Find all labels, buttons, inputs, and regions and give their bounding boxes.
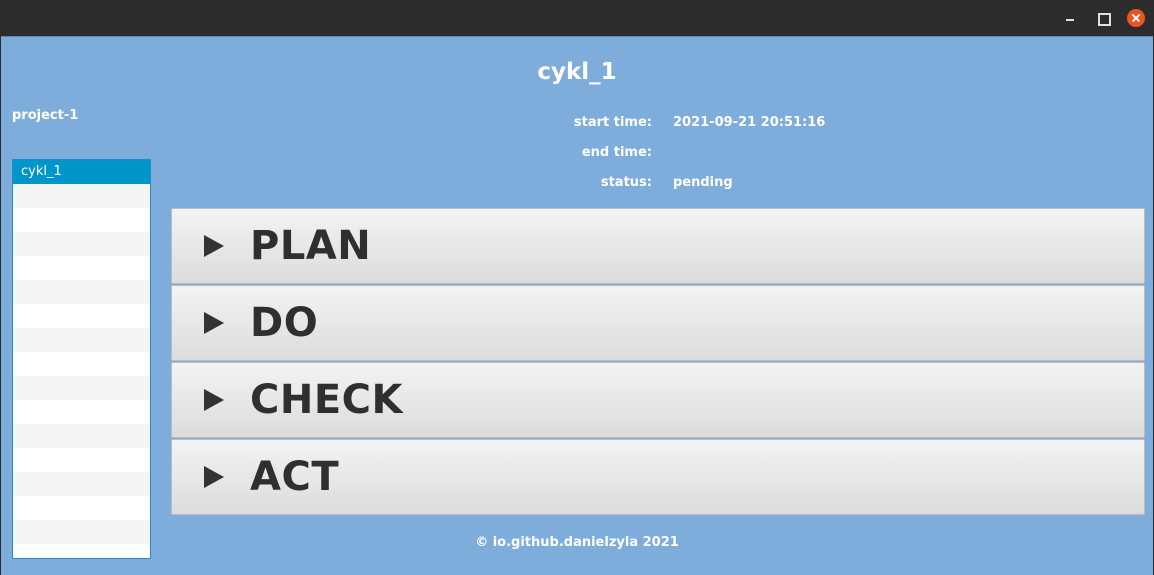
list-item-empty[interactable]	[13, 304, 150, 328]
pane-check[interactable]: CHECK	[171, 362, 1145, 438]
pane-plan-title: PLAN	[250, 223, 372, 269]
list-item-empty[interactable]	[13, 208, 150, 232]
end-time-label: end time:	[581, 145, 652, 160]
list-item-empty[interactable]	[13, 256, 150, 280]
list-item-empty[interactable]	[13, 328, 150, 352]
pane-do[interactable]: DO	[171, 285, 1145, 361]
expand-arrow-icon	[204, 466, 224, 488]
footer-copyright: © io.github.danielzyla 2021	[475, 535, 679, 550]
pane-act[interactable]: ACT	[171, 439, 1145, 515]
app-window: cykl_1 project-1 cykl_1 start time: 2021…	[1, 36, 1153, 575]
start-time-label: start time:	[573, 115, 652, 130]
list-item-empty[interactable]	[13, 496, 150, 520]
list-item-empty[interactable]	[13, 448, 150, 472]
list-item-empty[interactable]	[13, 232, 150, 256]
cycle-title: cykl_1	[537, 59, 617, 85]
window-titlebar	[0, 0, 1154, 36]
list-item-empty[interactable]	[13, 352, 150, 376]
pane-check-title: CHECK	[250, 377, 404, 423]
start-time-value: 2021-09-21 20:51:16	[673, 115, 826, 130]
list-item-empty[interactable]	[13, 472, 150, 496]
list-item-empty[interactable]	[13, 376, 150, 400]
cycle-list[interactable]: cykl_1	[12, 159, 151, 559]
list-item-empty[interactable]	[13, 280, 150, 304]
pane-do-title: DO	[250, 300, 319, 346]
minimize-icon[interactable]	[1061, 9, 1079, 27]
expand-arrow-icon	[204, 389, 224, 411]
expand-arrow-icon	[204, 235, 224, 257]
pane-plan[interactable]: PLAN	[171, 208, 1145, 284]
pane-act-title: ACT	[250, 454, 340, 500]
list-item-empty[interactable]	[13, 424, 150, 448]
expand-arrow-icon	[204, 312, 224, 334]
list-item-empty[interactable]	[13, 400, 150, 424]
maximize-icon[interactable]	[1093, 9, 1111, 27]
status-label: status:	[600, 175, 652, 190]
close-icon[interactable]	[1127, 9, 1145, 27]
status-value: pending	[673, 175, 733, 190]
